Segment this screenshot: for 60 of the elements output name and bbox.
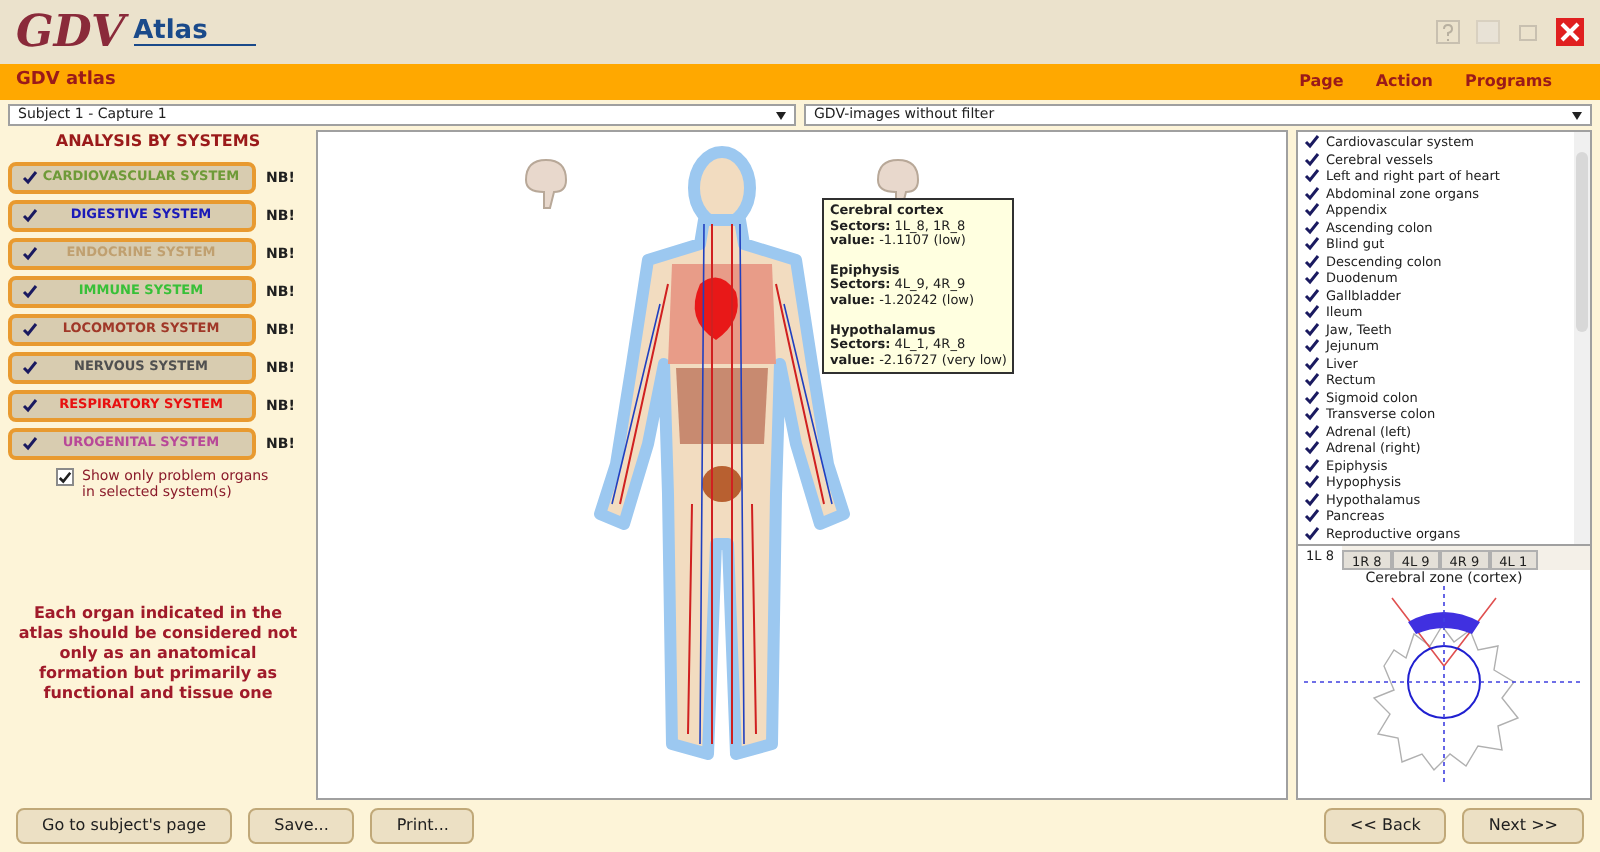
checkbox[interactable] [1302, 388, 1320, 407]
checkbox[interactable] [1302, 422, 1320, 441]
checkbox[interactable] [1302, 269, 1320, 288]
section-heading: ANALYSIS BY SYSTEMS [53, 130, 263, 154]
checkbox[interactable] [56, 468, 74, 486]
check-icon [21, 208, 37, 224]
checkbox[interactable] [1302, 507, 1320, 526]
checkbox[interactable] [1302, 524, 1320, 543]
check-icon [21, 170, 37, 186]
checkbox[interactable] [1302, 456, 1320, 475]
check-icon [21, 398, 37, 414]
logo-text: GDV [16, 10, 126, 54]
checkbox[interactable] [1302, 167, 1320, 186]
checkbox[interactable] [1302, 303, 1320, 322]
checkbox[interactable] [20, 359, 38, 377]
menu-item[interactable]: Action [1375, 70, 1434, 94]
checkbox[interactable] [1302, 337, 1320, 356]
checkbox[interactable] [20, 207, 38, 225]
checkbox[interactable] [1302, 252, 1320, 271]
footer-button[interactable]: Print... [370, 808, 475, 844]
checkbox[interactable] [1302, 439, 1320, 458]
header-title: GDV atlas [16, 68, 116, 95]
menu-item[interactable]: Programs [1465, 70, 1552, 94]
footer-button[interactable]: Go to subject's page [16, 808, 233, 844]
caret-icon [776, 111, 786, 119]
check-icon [21, 246, 37, 262]
check-icon [21, 322, 37, 338]
checkbox[interactable] [20, 283, 38, 301]
menu-item[interactable]: Page [1299, 70, 1344, 94]
checkbox[interactable] [1302, 354, 1320, 373]
checkbox[interactable] [20, 435, 38, 453]
checkbox[interactable] [1302, 320, 1320, 339]
caret-icon [1572, 111, 1582, 119]
checkbox[interactable] [1302, 201, 1320, 220]
checkbox[interactable] [1302, 235, 1320, 254]
info-note: Each organ indicated in the atlas should be considered not only as an anatomical formation but primarily as functional and tissue one [16, 604, 300, 704]
checkbox[interactable] [20, 321, 38, 339]
check-icon [58, 469, 72, 485]
checkbox[interactable] [1302, 133, 1320, 152]
checkbox[interactable] [1302, 371, 1320, 390]
checkbox[interactable] [1302, 286, 1320, 305]
check-icon [21, 360, 37, 376]
checkbox[interactable] [20, 245, 38, 263]
check-icon [21, 436, 37, 452]
nav-button[interactable]: << Back [1324, 808, 1447, 844]
brain-drawing [520, 156, 572, 212]
checkbox[interactable] [1302, 218, 1320, 237]
scrollbar[interactable] [1574, 132, 1590, 544]
check-icon [21, 284, 37, 300]
checkbox[interactable] [1302, 184, 1320, 203]
checkbox[interactable] [1302, 490, 1320, 509]
nav-button[interactable]: Next >> [1462, 808, 1584, 844]
checkbox[interactable] [1302, 405, 1320, 424]
checkbox[interactable] [20, 397, 38, 415]
checkbox[interactable] [1302, 150, 1320, 169]
checkbox[interactable] [1302, 473, 1320, 492]
checkbox[interactable] [20, 169, 38, 187]
footer-button[interactable]: Save... [248, 808, 355, 844]
close-icon[interactable] [1556, 18, 1584, 46]
logo-subtitle: Atlas [133, 18, 256, 46]
